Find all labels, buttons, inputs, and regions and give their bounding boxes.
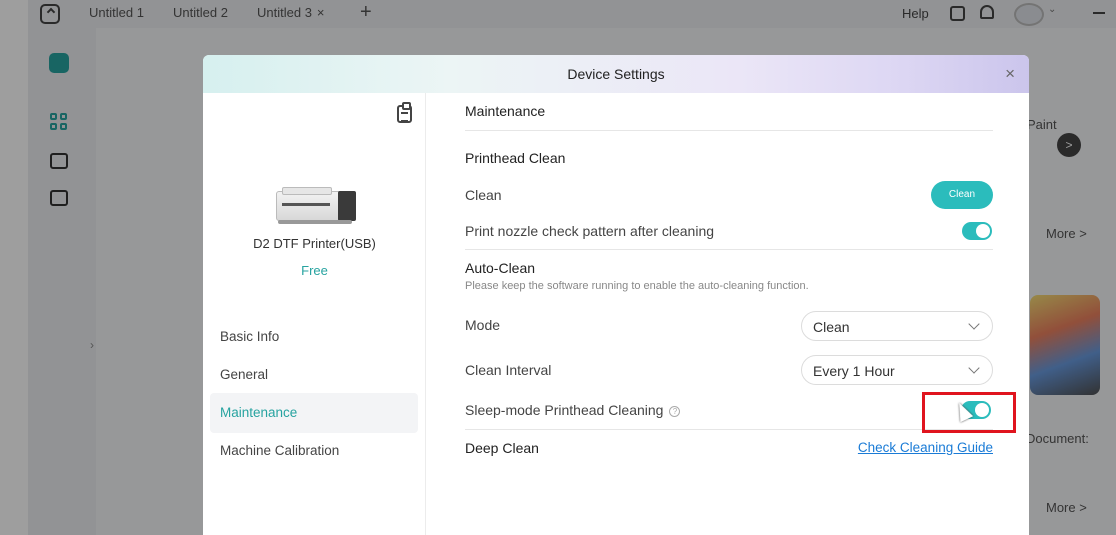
divider — [465, 429, 993, 430]
section-title: Maintenance — [465, 103, 546, 119]
chevron-down-icon — [968, 318, 980, 330]
check-cleaning-guide-link[interactable]: Check Cleaning Guide — [858, 440, 993, 455]
chevron-down-icon — [968, 362, 980, 374]
nozzle-check-toggle[interactable] — [962, 222, 992, 240]
dialog-header: Device Settings × — [203, 55, 1029, 93]
clean-label: Clean — [465, 187, 502, 203]
sidebar-item-general[interactable]: General — [210, 355, 418, 395]
auto-clean-heading: Auto-Clean — [465, 260, 536, 276]
printer-image — [272, 185, 360, 225]
clean-interval-value: Every 1 Hour — [813, 363, 895, 379]
sidebar-item-machine-calibration[interactable]: Machine Calibration — [210, 431, 418, 471]
device-name: D2 DTF Printer(USB) — [253, 236, 376, 251]
close-icon[interactable]: × — [1005, 64, 1015, 84]
divider — [465, 130, 993, 131]
deep-clean-heading: Deep Clean — [465, 440, 539, 456]
mode-select[interactable]: Clean — [801, 311, 993, 341]
help-icon[interactable]: ? — [669, 406, 681, 417]
sidebar-item-basic-info[interactable]: Basic Info — [210, 317, 418, 357]
settings-sidebar: D2 DTF Printer(USB) Free Basic Info Gene… — [203, 93, 426, 535]
sleep-mode-label: Sleep-mode Printhead Cleaning? — [465, 402, 681, 418]
clean-button[interactable]: Clean — [931, 181, 993, 209]
clean-interval-select[interactable]: Every 1 Hour — [801, 355, 993, 385]
mode-value: Clean — [813, 319, 850, 335]
device-settings-dialog: Device Settings × D2 DTF Printer(USB) Fr… — [203, 55, 1029, 535]
sidebar-item-maintenance[interactable]: Maintenance — [210, 393, 418, 433]
device-status: Free — [301, 263, 328, 278]
clipboard-icon[interactable] — [397, 102, 412, 123]
printhead-clean-heading: Printhead Clean — [465, 150, 566, 166]
divider — [465, 249, 993, 250]
sleep-mode-text: Sleep-mode Printhead Cleaning — [465, 402, 664, 418]
dialog-title: Device Settings — [567, 66, 665, 82]
clean-interval-label: Clean Interval — [465, 362, 552, 378]
mode-label: Mode — [465, 317, 501, 333]
maintenance-panel: Maintenance Printhead Clean Clean Clean … — [465, 93, 995, 535]
nozzle-check-label: Print nozzle check pattern after cleanin… — [465, 223, 715, 239]
auto-clean-description: Please keep the software running to enab… — [465, 280, 809, 292]
